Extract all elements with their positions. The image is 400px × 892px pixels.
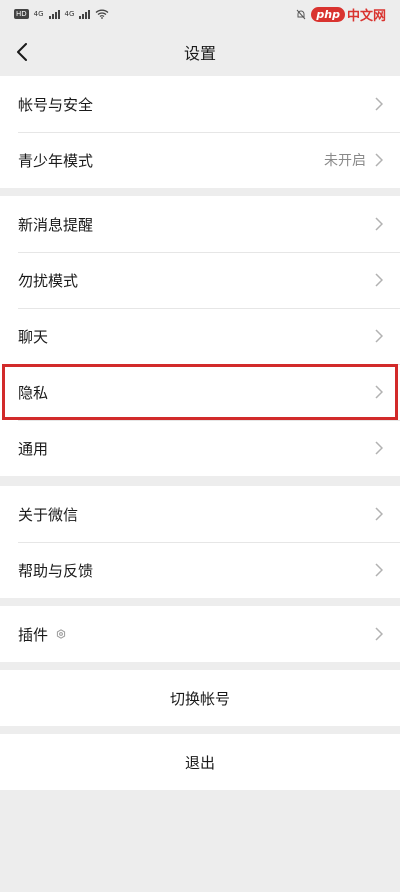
settings-row-notifications[interactable]: 新消息提醒 xyxy=(0,196,400,252)
signal-strength-icon xyxy=(48,9,60,19)
chevron-right-icon xyxy=(374,217,384,231)
settings-group-general: 新消息提醒 勿扰模式 聊天 隐私 通用 xyxy=(0,196,400,476)
row-label: 帮助与反馈 xyxy=(18,561,94,580)
settings-group-plugins: 插件 xyxy=(0,606,400,662)
row-label: 插件 xyxy=(18,624,374,645)
settings-row-do-not-disturb[interactable]: 勿扰模式 xyxy=(0,252,400,308)
watermark: php 中文网 xyxy=(311,5,386,24)
back-button[interactable] xyxy=(10,40,34,64)
row-label: 通用 xyxy=(18,439,49,458)
network-type-2: 4G xyxy=(64,10,75,18)
settings-row-help-feedback[interactable]: 帮助与反馈 xyxy=(0,542,400,598)
status-bar: HD 4G 4G php 中文网 xyxy=(0,0,400,28)
wifi-icon xyxy=(95,9,109,19)
status-left: HD 4G 4G xyxy=(14,9,109,19)
watermark-logo: php xyxy=(311,6,345,22)
settings-row-privacy[interactable]: 隐私 xyxy=(0,364,400,420)
settings-row-teen-mode[interactable]: 青少年模式 未开启 xyxy=(0,132,400,188)
row-label: 帐号与安全 xyxy=(18,95,94,114)
settings-group-account: 帐号与安全 青少年模式 未开启 xyxy=(0,76,400,188)
chevron-right-icon xyxy=(374,627,384,641)
row-label: 聊天 xyxy=(18,327,49,346)
row-label: 隐私 xyxy=(18,383,49,402)
page-title: 设置 xyxy=(183,44,216,63)
chevron-right-icon xyxy=(374,441,384,455)
hd-badge: HD xyxy=(14,9,29,19)
row-label: 勿扰模式 xyxy=(18,271,79,290)
mute-bell-icon xyxy=(296,9,306,20)
settings-row-chat[interactable]: 聊天 xyxy=(0,308,400,364)
chevron-left-icon xyxy=(17,43,27,61)
chevron-right-icon xyxy=(374,563,384,577)
chevron-right-icon xyxy=(374,385,384,399)
settings-row-plugins[interactable]: 插件 xyxy=(0,606,400,662)
plugin-gear-icon xyxy=(56,629,66,639)
row-label: 青少年模式 xyxy=(18,151,94,170)
plugins-label: 插件 xyxy=(18,625,49,644)
settings-group-about: 关于微信 帮助与反馈 xyxy=(0,486,400,598)
row-label: 新消息提醒 xyxy=(18,215,94,234)
logout-button[interactable]: 退出 xyxy=(0,734,400,790)
status-right: php 中文网 xyxy=(296,5,386,24)
teen-mode-status: 未开启 xyxy=(324,153,366,169)
chevron-right-icon xyxy=(374,153,384,167)
chevron-right-icon xyxy=(374,507,384,521)
row-label: 关于微信 xyxy=(18,505,79,524)
chevron-right-icon xyxy=(374,97,384,111)
settings-row-about-wechat[interactable]: 关于微信 xyxy=(0,486,400,542)
chevron-right-icon xyxy=(374,329,384,343)
signal-strength-icon-2 xyxy=(79,9,91,19)
network-type-1: 4G xyxy=(33,10,44,18)
nav-bar: 设置 xyxy=(0,28,400,76)
settings-row-general[interactable]: 通用 xyxy=(0,420,400,476)
chevron-right-icon xyxy=(374,273,384,287)
settings-screen: HD 4G 4G php 中文网 设置 帐号与安全 青少年模式 未开启 新消息提… xyxy=(0,0,400,892)
watermark-text: 中文网 xyxy=(346,8,386,24)
settings-row-account-security[interactable]: 帐号与安全 xyxy=(0,76,400,132)
switch-account-button[interactable]: 切换帐号 xyxy=(0,670,400,726)
